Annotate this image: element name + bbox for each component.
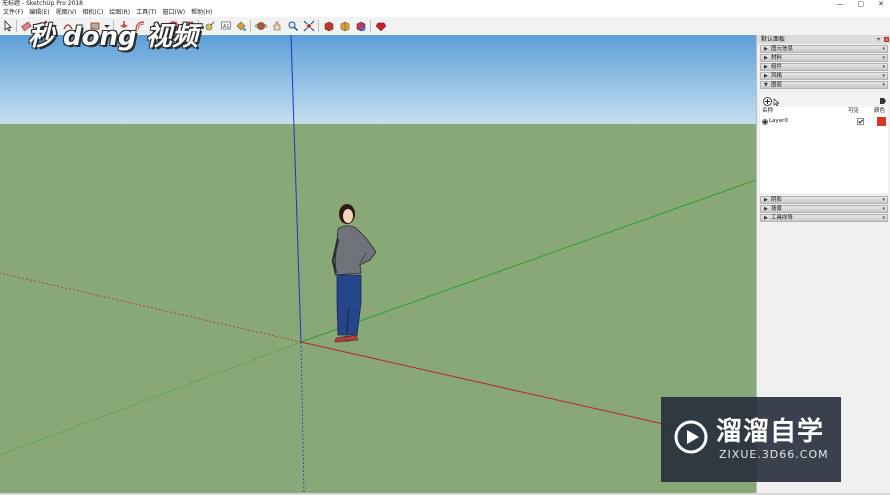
- layer-visible-checkbox[interactable]: [857, 118, 864, 125]
- watermark-title: 溜溜自学: [716, 417, 825, 447]
- scene-canvas[interactable]: [0, 35, 756, 493]
- menu-help[interactable]: 帮助(H): [188, 8, 215, 17]
- site-watermark: 溜溜自学 ZIXUE.3D66.COM: [661, 397, 841, 482]
- column-visible-header: 可见: [848, 108, 860, 114]
- expand-arrow-icon: ▶: [764, 197, 768, 203]
- text-tool-icon[interactable]: A1: [220, 20, 232, 32]
- panel-styles[interactable]: ▶ 风格 ▾: [760, 72, 888, 80]
- close-window-button[interactable]: ✕: [878, 0, 884, 8]
- tray-header: 默认面板 ▾ ✕: [757, 35, 890, 44]
- title-bar: 无标题 - SketchUp Pro 2018 — ▢ ✕: [0, 0, 890, 8]
- model-viewport[interactable]: [0, 35, 756, 493]
- panel-shadows[interactable]: ▶ 阴影 ▾: [760, 196, 888, 204]
- window-controls: — ▢ ✕: [837, 0, 885, 8]
- panel-menu-icon[interactable]: ▾: [882, 82, 885, 89]
- panel-components[interactable]: ▶ 组件 ▾: [760, 63, 888, 71]
- panel-layers[interactable]: ▼ 图层 ▾: [760, 81, 888, 89]
- panel-scenes[interactable]: ▶ 场景 ▾: [760, 205, 888, 213]
- layer-row[interactable]: Layer0: [760, 117, 888, 126]
- ground-plane: [0, 124, 756, 493]
- expand-arrow-icon: ▶: [764, 215, 768, 221]
- layer-details-icon[interactable]: [879, 97, 887, 105]
- add-layer-icon[interactable]: [763, 97, 772, 106]
- column-color-header: 颜色: [874, 108, 886, 114]
- active-layer-radio[interactable]: [762, 119, 768, 125]
- tray-pin-icon[interactable]: ▾: [877, 35, 880, 44]
- video-logo-overlay: 秒 dong 视频: [28, 22, 198, 52]
- menu-view[interactable]: 视图(V): [53, 8, 80, 17]
- expand-arrow-icon: ▶: [764, 46, 768, 52]
- panel-menu-icon[interactable]: ▾: [882, 46, 885, 53]
- menu-camera[interactable]: 相机(C): [79, 8, 106, 17]
- paint-bucket-tool-icon[interactable]: [235, 20, 247, 32]
- orbit-tool-icon[interactable]: [255, 20, 267, 32]
- panel-menu-icon[interactable]: ▾: [882, 197, 885, 204]
- expand-arrow-icon: ▶: [764, 55, 768, 61]
- panel-menu-icon[interactable]: ▾: [882, 206, 885, 213]
- panel-menu-icon[interactable]: ▾: [882, 55, 885, 62]
- tray-close-button[interactable]: ✕: [884, 37, 889, 42]
- maximize-button[interactable]: ▢: [858, 0, 865, 8]
- layers-toolbar: [760, 95, 888, 107]
- menu-file[interactable]: 文件(F): [0, 8, 26, 17]
- svg-text:A1: A1: [223, 24, 230, 30]
- layer-name[interactable]: Layer0: [769, 118, 788, 125]
- warehouse-tool-icon[interactable]: [323, 20, 335, 32]
- watermark-url: ZIXUE.3D66.COM: [719, 448, 829, 461]
- window-title: 无标题 - SketchUp Pro 2018: [2, 0, 83, 7]
- layers-panel-body: 名称 可见 颜色 Layer0: [760, 95, 888, 193]
- tray-title: 默认面板: [761, 36, 786, 43]
- select-tool-icon[interactable]: [2, 19, 14, 32]
- collapse-arrow-icon: ▼: [764, 82, 768, 88]
- menu-draw[interactable]: 绘图(R): [106, 8, 133, 17]
- mouse-cursor-icon: [773, 98, 780, 106]
- menu-edit[interactable]: 编辑(E): [26, 8, 52, 17]
- play-logo-icon: [674, 420, 708, 454]
- expand-arrow-icon: ▶: [764, 206, 768, 212]
- component-tool-icon[interactable]: [339, 20, 351, 32]
- panel-entity-info[interactable]: ▶ 图元信息 ▾: [760, 45, 888, 53]
- panel-menu-icon[interactable]: ▾: [882, 215, 885, 222]
- minimize-button[interactable]: —: [837, 0, 844, 8]
- pan-tool-icon[interactable]: [271, 20, 283, 32]
- tape-measure-tool-icon[interactable]: [204, 20, 216, 32]
- panel-instructor[interactable]: ▶ 工具向导 ▾: [760, 214, 888, 222]
- menu-tools[interactable]: 工具(T): [133, 8, 159, 17]
- panel-menu-icon[interactable]: ▾: [882, 64, 885, 71]
- panel-materials[interactable]: ▶ 材料 ▾: [760, 54, 888, 62]
- ruby-tool-icon[interactable]: [375, 20, 387, 32]
- expand-arrow-icon: ▶: [764, 64, 768, 70]
- expand-arrow-icon: ▶: [764, 73, 768, 79]
- menu-window[interactable]: 窗口(W): [160, 8, 189, 17]
- extension-tool-icon[interactable]: [355, 20, 367, 32]
- menu-bar: 文件(F) 编辑(E) 视图(V) 相机(C) 绘图(R) 工具(T) 窗口(W…: [0, 8, 890, 17]
- column-name-header: 名称: [762, 108, 774, 114]
- panel-menu-icon[interactable]: ▾: [882, 73, 885, 80]
- zoom-extents-tool-icon[interactable]: [303, 20, 315, 32]
- layer-color-swatch[interactable]: [877, 117, 886, 126]
- zoom-tool-icon[interactable]: [287, 20, 299, 32]
